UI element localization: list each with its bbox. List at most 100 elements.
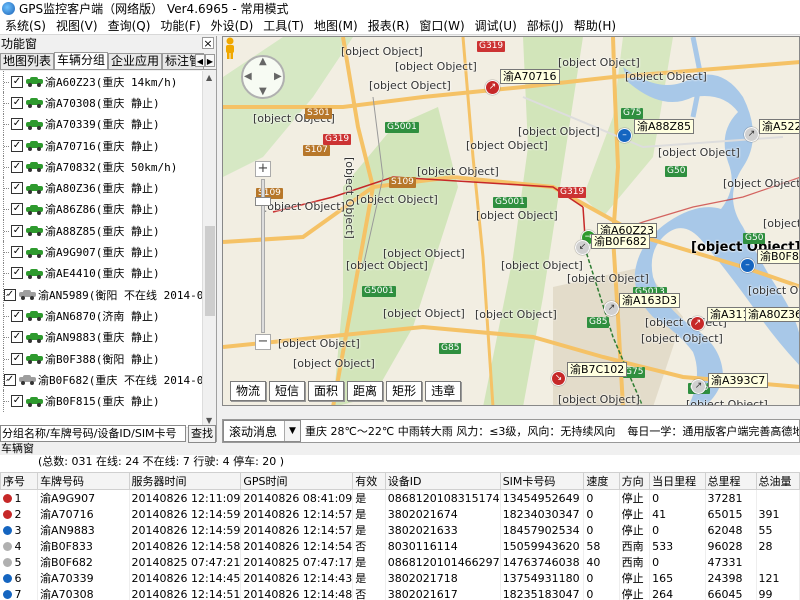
menu-function[interactable]: 功能(F) [155, 17, 205, 34]
menu-standard[interactable]: 部标(J) [522, 17, 569, 34]
pan-down-icon[interactable]: ▼ [259, 86, 267, 97]
column-header[interactable]: SIM卡号码 [499, 472, 585, 490]
scroll-up-icon[interactable]: ▲ [206, 73, 212, 82]
table-row[interactable]: 2 渝A70716 20140826 12:14:59 20140826 12:14:… [0, 506, 800, 522]
scroll-thumb[interactable] [205, 226, 215, 316]
logistics-button[interactable]: 物流 [230, 381, 267, 401]
vehicle-marker-icon[interactable]: ↗ [690, 316, 705, 331]
pan-control[interactable]: ▲ ▼ ◀ ▶ [241, 55, 285, 99]
column-header[interactable]: 序号 [0, 472, 39, 490]
close-icon[interactable]: × [202, 37, 214, 49]
menu-help[interactable]: 帮助(H) [569, 17, 621, 34]
menu-map[interactable]: 地图(M) [309, 17, 363, 34]
search-input[interactable]: 分组名称/车牌号码/设备ID/SIM卡号 [0, 425, 186, 442]
vehicle-marker-icon[interactable]: ↙ [575, 240, 590, 255]
tab-map-list[interactable]: 地图列表 [0, 53, 55, 69]
column-header[interactable]: 速度 [583, 472, 620, 490]
column-header[interactable]: 当日里程 [649, 472, 706, 490]
vehicle-marker-label[interactable]: 渝A80Z36 [745, 307, 799, 322]
table-row[interactable]: 7 渝A70308 20140826 12:14:51 20140826 12:14:… [0, 586, 800, 600]
vehicle-marker-icon[interactable]: – [617, 128, 632, 143]
zoom-slider-handle[interactable] [255, 197, 271, 206]
vehicle-checkbox[interactable]: ✓ [11, 139, 23, 152]
vehicle-marker-icon[interactable]: ↘ [551, 371, 566, 386]
vertical-scrollbar[interactable]: ▲ ▼ [202, 71, 216, 427]
area-button[interactable]: 面积 [308, 381, 345, 401]
vehicle-checkbox[interactable]: ✓ [11, 160, 23, 173]
table-row[interactable]: 6 渝A70339 20140826 12:14:45 20140826 12:14:… [0, 570, 800, 586]
vehicle-list-item[interactable]: ✓ 渝B0F815(重庆 静止) [0, 390, 203, 412]
vehicle-checkbox[interactable]: ✓ [11, 331, 23, 344]
vehicle-marker-icon[interactable]: ↗ [744, 127, 759, 142]
menu-query[interactable]: 查询(Q) [103, 17, 156, 34]
menu-debug[interactable]: 调试(U) [470, 17, 522, 34]
dropdown-arrow-icon[interactable]: ▼ [284, 421, 300, 441]
vehicle-list-item[interactable]: ✓ 渝A86Z86(重庆 静止) [0, 198, 203, 221]
vehicle-list-item[interactable]: ✓ 渝B0F682(重庆 不在线 2014-0 [0, 369, 203, 391]
zoom-out-button[interactable]: − [255, 334, 271, 350]
vehicle-checkbox[interactable]: ✓ [11, 224, 23, 237]
violation-button[interactable]: 违章 [425, 381, 462, 401]
vehicle-list-item[interactable]: ✓ 渝A60Z23(重庆 14km/h) [0, 71, 203, 93]
vehicle-marker-icon[interactable]: ↗ [604, 301, 619, 316]
vehicle-checkbox[interactable]: ✓ [11, 352, 23, 365]
vehicle-marker-label[interactable]: 渝B7C102 [567, 362, 628, 377]
menu-window[interactable]: 窗口(W) [414, 17, 469, 34]
vehicle-marker-icon[interactable]: ↗ [691, 379, 706, 394]
vehicle-list-item[interactable]: ✓ 渝A70308(重庆 静止) [0, 92, 203, 114]
vehicle-list-item[interactable]: ✓ 渝A80Z36(重庆 静止) [0, 177, 203, 199]
menu-report[interactable]: 报表(R) [363, 17, 415, 34]
table-row[interactable]: 1 渝A9G907 20140826 12:11:09 20140826 08:41:… [0, 489, 800, 506]
column-header[interactable]: 车牌号码 [37, 472, 130, 490]
vehicle-list-item[interactable]: ✓ 渝AN9883(重庆 静止) [0, 326, 203, 348]
pan-up-icon[interactable]: ▲ [259, 56, 267, 67]
column-header[interactable]: GPS时间 [240, 472, 354, 490]
vehicle-list-item[interactable]: ✓ 渝B0F388(衡阳 静止) [0, 347, 203, 370]
vehicle-list-item[interactable]: ✓ 渝A70832(重庆 50km/h) [0, 156, 203, 178]
vehicle-list-item[interactable]: ✓ 渝AN5989(衡阳 不在线 2014-0 [0, 283, 203, 306]
column-header[interactable]: 服务器时间 [128, 472, 242, 490]
rectangle-button[interactable]: 矩形 [386, 381, 423, 401]
vehicle-marker-label[interactable]: 渝B0F81 [757, 249, 799, 264]
vehicle-marker-label[interactable]: 渝A88Z85 [634, 119, 695, 134]
vehicle-list-item[interactable]: ✓ 渝A70716(重庆 静止) [0, 134, 203, 157]
tab-left-arrow-icon[interactable]: ◀ [195, 54, 205, 67]
column-header[interactable]: 总油量 [755, 472, 800, 490]
vehicle-checkbox[interactable]: ✓ [11, 309, 23, 322]
column-header[interactable]: 设备ID [384, 472, 501, 490]
distance-button[interactable]: 距离 [347, 381, 384, 401]
tab-enterprise[interactable]: 企业应用 [108, 53, 163, 69]
vehicle-list-item[interactable]: ✓ 渝A70339(重庆 静止) [0, 113, 203, 135]
sms-button[interactable]: 短信 [269, 381, 306, 401]
message-type-select[interactable]: 滚动消息 ▼ [223, 420, 301, 442]
pan-right-icon[interactable]: ▶ [274, 71, 282, 82]
vehicle-checkbox[interactable]: ✓ [11, 118, 23, 131]
menu-tools[interactable]: 工具(T) [258, 17, 309, 34]
vehicle-list-item[interactable]: ✓ 渝A88Z85(重庆 静止) [0, 220, 203, 242]
vehicle-checkbox[interactable]: ✓ [11, 267, 23, 280]
vehicle-checkbox[interactable]: ✓ [11, 75, 23, 88]
column-header[interactable]: 总里程 [704, 472, 757, 490]
vehicle-marker-label[interactable]: 渝A393C7 [708, 373, 769, 388]
menu-view[interactable]: 视图(V) [51, 17, 103, 34]
tab-right-arrow-icon[interactable]: ▶ [205, 54, 215, 67]
vehicle-checkbox[interactable]: ✓ [11, 246, 23, 259]
tab-vehicle-group[interactable]: 车辆分组 [54, 52, 109, 69]
vehicle-marker-icon[interactable]: ↗ [485, 80, 500, 95]
vehicle-list-item[interactable]: ✓ 渝AN6870(济南 静止) [0, 305, 203, 327]
street-view-pegman-icon[interactable] [223, 37, 237, 59]
table-row[interactable]: 5 渝B0F682 20140825 07:47:21 20140825 07:47:… [0, 554, 800, 570]
vehicle-marker-label[interactable]: 渝A163D3 [619, 293, 680, 308]
vehicle-marker-icon[interactable]: – [740, 258, 755, 273]
pan-left-icon[interactable]: ◀ [244, 71, 252, 82]
map-view[interactable]: [object Object] [object Object] [object … [222, 36, 800, 406]
menu-device[interactable]: 外设(D) [206, 17, 259, 34]
zoom-in-button[interactable]: + [255, 161, 271, 177]
table-row[interactable]: 4 渝B0F833 20140826 12:14:58 20140826 12:14:… [0, 538, 800, 554]
vehicle-checkbox[interactable]: ✓ [11, 395, 23, 408]
menu-system[interactable]: 系统(S) [0, 17, 51, 34]
vehicle-marker-label[interactable]: 渝A70716 [500, 69, 560, 84]
vehicle-checkbox[interactable]: ✓ [11, 96, 23, 109]
vehicle-list-item[interactable]: ✓ 渝A9G907(重庆 静止) [0, 241, 203, 263]
column-header[interactable]: 方向 [618, 472, 651, 490]
